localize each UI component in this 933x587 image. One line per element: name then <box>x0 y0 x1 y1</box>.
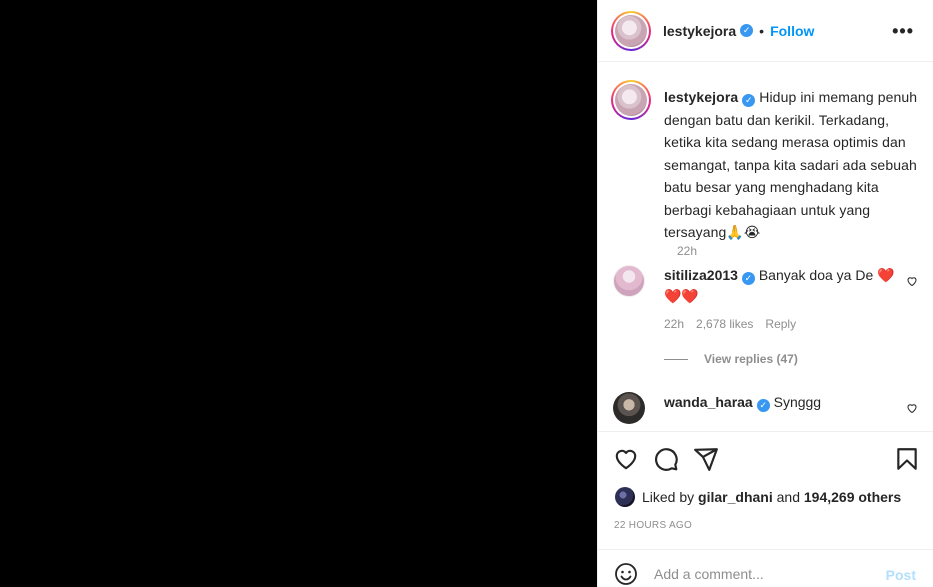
likes-conjunction: and <box>776 489 800 505</box>
like-heart-icon[interactable] <box>613 446 639 472</box>
view-replies-button[interactable]: View replies (47) <box>664 352 798 366</box>
comment-text-block: wanda_haraa ✓ Synggg <box>664 392 896 413</box>
caption-text-block: lestykejora ✓ Hidup ini memang penuh deng… <box>664 86 926 244</box>
view-replies-divider <box>664 358 688 360</box>
author-username[interactable]: lestykejora <box>663 23 736 39</box>
commenter-username[interactable]: wanda_haraa <box>664 394 753 410</box>
commenter-avatar[interactable] <box>613 265 645 297</box>
commenter-username[interactable]: sitiliza2013 <box>664 267 738 283</box>
post-actions-bar <box>598 431 933 486</box>
likes-others-count[interactable]: 194,269 others <box>804 489 901 505</box>
caption-avatar[interactable] <box>611 80 651 120</box>
post-comment-button[interactable]: Post <box>886 567 916 583</box>
like-comment-heart-icon[interactable] <box>906 402 918 414</box>
verified-badge-icon: ✓ <box>756 399 770 412</box>
post-header: lestykejora ✓ • Follow ••• <box>598 0 933 62</box>
comment-likes[interactable]: 2,678 likes <box>696 317 753 331</box>
author-avatar[interactable] <box>611 10 651 51</box>
comment-text-block: sitiliza2013 ✓ Banyak doa ya De ❤️ ❤️❤️ <box>664 265 896 307</box>
liked-by-prefix: Liked by <box>642 489 695 505</box>
comment-meta: 22h 2,678 likes Reply <box>664 317 796 331</box>
likes-summary: Liked by gilar_dhani and 194,269 others <box>615 487 901 507</box>
post-media[interactable] <box>0 0 597 587</box>
verified-badge-icon: ✓ <box>740 24 754 37</box>
emoji-smiley-icon[interactable] <box>614 562 638 586</box>
comment-text: Synggg <box>773 394 822 410</box>
comment-input[interactable] <box>654 566 874 582</box>
post-details-panel: lestykejora ✓ • Follow ••• lestykejora ✓ … <box>597 0 933 587</box>
separator-dot: • <box>759 22 765 39</box>
view-replies-label: View replies (47) <box>704 352 798 366</box>
more-options-icon[interactable]: ••• <box>892 22 914 40</box>
liker-username[interactable]: gilar_dhani <box>698 489 773 505</box>
comment-bubble-icon[interactable] <box>653 446 679 472</box>
caption-text: Hidup ini memang penuh dengan batu dan k… <box>664 89 918 240</box>
verified-badge-icon: ✓ <box>741 272 755 285</box>
add-comment-bar: Post <box>598 549 933 587</box>
commenter-avatar[interactable] <box>613 392 645 424</box>
save-bookmark-icon[interactable] <box>894 446 920 472</box>
liker-avatar[interactable] <box>615 487 635 507</box>
caption-timestamp[interactable]: 22h <box>677 244 697 258</box>
comments-section[interactable]: lestykejora ✓ Hidup ini memang penuh deng… <box>598 63 933 431</box>
comment-timestamp[interactable]: 22h <box>664 317 684 331</box>
caption-username[interactable]: lestykejora <box>664 89 738 105</box>
share-send-icon[interactable] <box>693 446 719 472</box>
like-comment-heart-icon[interactable] <box>906 275 918 287</box>
follow-button[interactable]: Follow <box>770 23 814 39</box>
reply-button[interactable]: Reply <box>765 317 796 331</box>
post-timestamp[interactable]: 22 HOURS AGO <box>614 520 692 531</box>
verified-badge-icon: ✓ <box>742 94 756 107</box>
